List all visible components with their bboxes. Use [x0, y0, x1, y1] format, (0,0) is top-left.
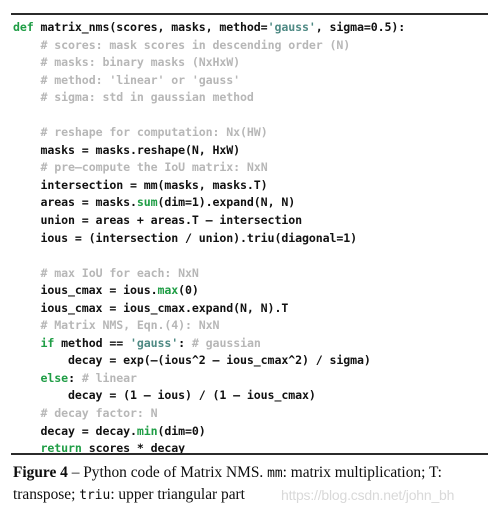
code-token-cmt: # masks: binary masks (NxHxW) — [40, 55, 241, 70]
code-line: return scores * decay — [13, 440, 493, 458]
code-token-plain: union = areas + areas.T — intersection — [13, 213, 303, 228]
code-token-cmt: # Matrix NMS, Eqn.(4): NxN — [40, 318, 220, 333]
code-line: intersection = mm(masks, masks.T) — [13, 177, 493, 195]
code-line: else: # linear — [13, 370, 493, 388]
figure-caption: Figure 4 – Python code of Matrix NMS. mm… — [13, 463, 490, 506]
code-token-plain: masks = masks.reshape(N, HxW) — [13, 142, 241, 157]
code-token-builtin: min — [136, 423, 158, 438]
code-token-cmt: # decay factor: N — [40, 406, 158, 421]
figure-top-rule — [11, 13, 488, 15]
code-token-cmt: # linear — [81, 370, 137, 385]
code-line: decay = (1 — ious) / (1 — ious_cmax) — [13, 387, 493, 405]
code-token-cmt: # method: 'linear' or 'gauss' — [40, 72, 241, 87]
figure-caption-mono-mm: mm — [267, 466, 283, 481]
code-token-plain: areas = masks. — [13, 195, 137, 210]
code-token-builtin: max — [157, 283, 179, 298]
code-token-plain: intersection = mm(masks, masks.T) — [13, 177, 268, 192]
code-line: # max IoU for each: NxN — [13, 265, 493, 283]
figure-bottom-rule — [11, 453, 488, 455]
code-line: # method: 'linear' or 'gauss' — [13, 72, 493, 90]
code-line: decay = exp(—(ious^2 — ious_cmax^2) / si… — [13, 352, 493, 370]
code-token-kw: else — [40, 370, 69, 385]
code-token-cmt: # sigma: std in gaussian method — [40, 90, 254, 105]
code-token-plain: (dim=0) — [157, 423, 206, 438]
code-line: ious = (intersection / union).triu(diago… — [13, 230, 493, 248]
code-token-str: 'gauss' — [267, 20, 316, 34]
code-line: masks = masks.reshape(N, HxW) — [13, 142, 493, 160]
code-line: decay = decay.min(dim=0) — [13, 423, 493, 441]
code-line: areas = masks.sum(dim=1).expand(N, N) — [13, 194, 493, 212]
code-line: # scores: mask scores in descending orde… — [13, 37, 493, 55]
code-token-builtin: sum — [136, 195, 158, 210]
figure-caption-dash: – — [67, 464, 84, 481]
code-token-plain: matrix_nms(scores, masks, method= — [33, 20, 268, 34]
code-token-plain: ious_cmax = ious. — [13, 283, 158, 298]
figure-block: def matrix_nms(scores, masks, method='ga… — [0, 0, 500, 516]
code-token-plain: decay = (1 — ious) / (1 — ious_cmax) — [13, 388, 316, 403]
code-token-plain: decay = exp(—(ious^2 — ious_cmax^2) / si… — [13, 353, 371, 368]
code-token-plain: , sigma=0.5): — [315, 20, 406, 34]
code-line: def matrix_nms(scores, masks, method='ga… — [13, 19, 493, 37]
code-token-plain: (0) — [178, 283, 199, 298]
code-line: # masks: binary masks (NxHxW) — [13, 54, 493, 72]
code-token-plain: : — [68, 370, 82, 385]
code-line: # Matrix NMS, Eqn.(4): NxN — [13, 317, 493, 335]
code-token-plain: ious_cmax = ious_cmax.expand(N, N).T — [13, 300, 289, 315]
code-token-str: 'gauss' — [129, 335, 179, 350]
code-line: if method == 'gauss': # gaussian — [13, 335, 493, 353]
code-token-cmt: # gaussian — [191, 335, 261, 350]
code-line: ious_cmax = ious.max(0) — [13, 282, 493, 300]
figure-caption-text-3: : upper triangular part — [110, 485, 245, 503]
code-token-cmt: # scores: mask scores in descending orde… — [40, 37, 351, 52]
code-line: # decay factor: N — [13, 405, 493, 423]
figure-caption-text-1: Python code of Matrix NMS. — [83, 464, 268, 481]
code-token-kw: if — [40, 335, 55, 350]
code-token-kw: def — [13, 20, 34, 34]
code-token-plain: decay = decay. — [13, 423, 137, 438]
figure-caption-label: Figure 4 — [13, 464, 68, 481]
code-token-plain: method == — [54, 335, 130, 350]
code-line: # pre—compute the IoU matrix: NxN — [13, 159, 493, 177]
code-token-plain: ious = (intersection / union).triu(diago… — [13, 230, 358, 245]
code-line: ious_cmax = ious_cmax.expand(N, N).T — [13, 300, 493, 318]
code-token-cmt: # reshape for computation: Nx(HW) — [40, 125, 268, 140]
code-line: union = areas + areas.T — intersection — [13, 212, 493, 230]
code-line: # sigma: std in gaussian method — [13, 89, 493, 107]
code-token-plain: (dim=1).expand(N, N) — [157, 195, 296, 210]
code-token-plain: : — [178, 335, 192, 350]
python-code-listing: def matrix_nms(scores, masks, method='ga… — [13, 19, 493, 458]
figure-caption-mono-triu: triu — [79, 487, 111, 503]
code-line: # reshape for computation: Nx(HW) — [13, 124, 493, 142]
code-token-cmt: # pre—compute the IoU matrix: NxN — [40, 160, 268, 175]
code-token-cmt: # max IoU for each: NxN — [40, 265, 199, 280]
